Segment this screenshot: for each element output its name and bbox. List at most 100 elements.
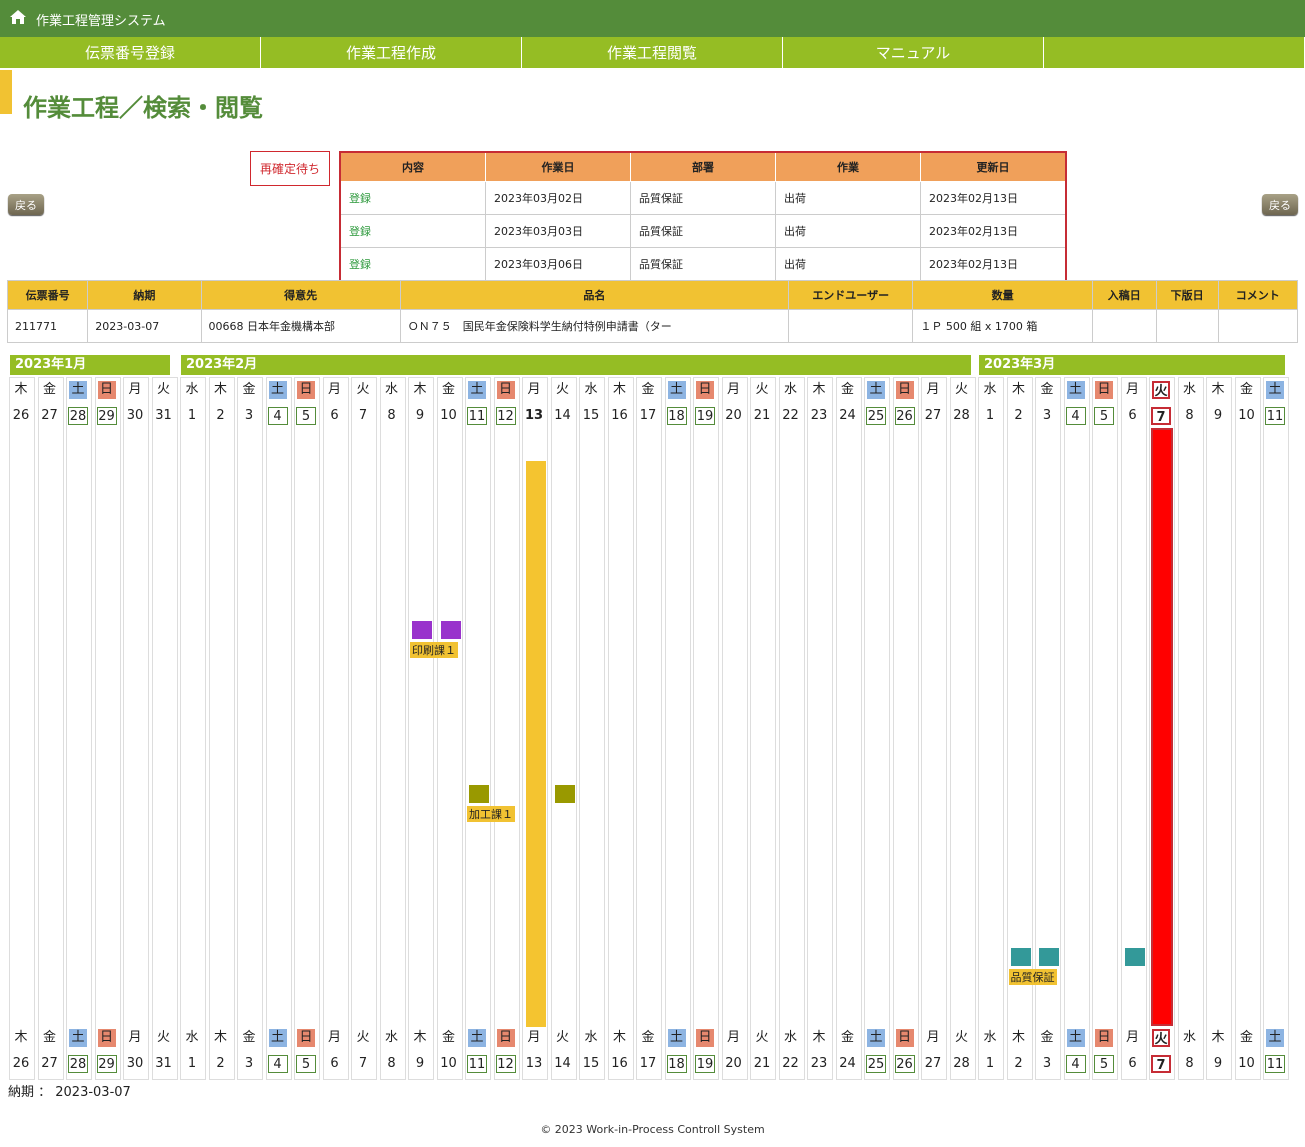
day-column: [1063, 377, 1090, 1080]
day-column: [408, 377, 434, 1080]
weekday-label: 火: [954, 382, 968, 397]
task: 出荷: [775, 181, 921, 215]
day-number: 1: [985, 1056, 995, 1071]
weekday-label: 日: [696, 1029, 714, 1047]
main-nav: 伝票番号登録 作業工程作成 作業工程閲覧 マニュアル: [0, 37, 1305, 68]
weekday-label: 日: [1095, 381, 1113, 399]
day-number: 15: [582, 408, 600, 423]
entry-bar: [526, 461, 546, 1027]
weekday-label: 月: [1125, 1030, 1139, 1045]
day-number: 4: [1065, 1055, 1086, 1073]
day-column: [522, 377, 548, 1080]
month-label-feb: 2023年2月: [181, 355, 971, 375]
weekday-label: 土: [1066, 381, 1085, 399]
register-link[interactable]: 登録: [339, 247, 486, 282]
day-number: 11: [1265, 1055, 1285, 1073]
table-row: 登録 2023年03月03日 品質保証 出荷 2023年02月13日: [339, 214, 1067, 248]
weekday-label: 水: [983, 382, 997, 397]
weekday-label: 月: [726, 1030, 740, 1045]
col-slip-no: 伝票番号: [6, 280, 89, 310]
back-button-left[interactable]: 戻る: [8, 194, 44, 215]
day-number: 26: [894, 1055, 915, 1073]
day-number: 21: [753, 408, 771, 423]
day-column: [1234, 377, 1261, 1080]
day-number: 7: [358, 408, 368, 423]
weekday-label: 火: [356, 382, 370, 397]
day-number: 26: [12, 408, 30, 423]
weekday-label: 金: [641, 1030, 655, 1045]
item-name: ＯＮ７５ 国民年金保険料学生納付特例申請書（ター: [399, 309, 790, 343]
col-quantity: 数量: [912, 280, 1093, 310]
day-number: 21: [753, 1056, 771, 1071]
day-column: [1177, 377, 1204, 1080]
department: 品質保証: [630, 247, 776, 282]
task-block: [1010, 948, 1031, 966]
weekday-label: 月: [128, 1030, 142, 1045]
slip-info-table: 伝票番号 納期 得意先 品名 エンドユーザー 数量 入稿日 下版日 コメント 2…: [6, 280, 1298, 343]
day-number: 2: [216, 408, 225, 423]
home-icon[interactable]: [9, 9, 27, 25]
day-column: [1006, 377, 1033, 1080]
task-block: [1039, 948, 1059, 966]
day-column: [978, 377, 1004, 1080]
nav-process-create[interactable]: 作業工程作成: [261, 37, 522, 68]
weekday-label: 金: [242, 382, 256, 397]
nav-slip-register[interactable]: 伝票番号登録: [0, 37, 261, 68]
day-number: 3: [1042, 1056, 1052, 1071]
title-accent: [0, 70, 12, 114]
weekday-label: 日: [895, 381, 914, 399]
day-number: 24: [839, 408, 856, 423]
back-button-right[interactable]: 戻る: [1262, 194, 1298, 215]
weekday-label: 木: [1211, 382, 1225, 397]
day-number: 15: [582, 1056, 600, 1071]
day-number: 11: [1265, 407, 1285, 425]
weekday-label: 土: [667, 381, 686, 399]
quantity: １Ｐ 500 組 x 1700 箱: [912, 309, 1093, 343]
weekday-label: 木: [1011, 1030, 1025, 1045]
day-number: 10: [1238, 1056, 1255, 1071]
weekday-label: 土: [1266, 381, 1284, 399]
weekday-label: 木: [14, 1030, 28, 1045]
weekday-label: 日: [1095, 1029, 1113, 1047]
weekday-label: 月: [327, 1030, 341, 1045]
weekday-label: 水: [584, 382, 598, 397]
day-column: [123, 377, 149, 1080]
group-label: 品質保証: [1008, 969, 1057, 985]
day-column: [493, 377, 520, 1080]
day-number: 29: [96, 1055, 117, 1073]
weekday-label: 日: [696, 381, 714, 399]
day-column: [778, 377, 805, 1080]
day-column: [1263, 377, 1289, 1080]
day-number: 8: [1185, 1056, 1194, 1071]
table-row: 211771 2023-03-07 00668 日本年金機構本部 ＯＮ７５ 国民…: [6, 309, 1298, 343]
weekday-label: 月: [1125, 382, 1139, 397]
day-number: 1: [187, 1056, 197, 1071]
register-link[interactable]: 登録: [339, 214, 486, 248]
day-number: 6: [1128, 408, 1137, 423]
month-label-jan: 2023年1月: [10, 355, 170, 375]
col-department: 部署: [630, 151, 776, 182]
day-number: 30: [126, 408, 144, 423]
day-column: [265, 377, 292, 1080]
nav-process-view[interactable]: 作業工程閲覧: [522, 37, 783, 68]
table-row: 登録 2023年03月02日 品質保証 出荷 2023年02月13日: [339, 181, 1067, 215]
updated-date: 2023年02月13日: [920, 181, 1067, 215]
day-number: 11: [467, 407, 487, 425]
weekday-label: 月: [527, 382, 541, 397]
weekday-label: 金: [641, 382, 655, 397]
day-number: 24: [839, 1056, 856, 1071]
pending-header-row: 内容 作業日 部署 作業 更新日: [339, 151, 1067, 182]
register-link[interactable]: 登録: [339, 181, 486, 215]
day-column: [237, 377, 263, 1080]
col-work-date: 作業日: [485, 151, 631, 182]
col-submit-date: 入稿日: [1091, 280, 1157, 310]
day-column: [66, 377, 92, 1080]
day-number: 1: [187, 408, 197, 423]
nav-manual[interactable]: マニュアル: [783, 37, 1044, 68]
weekday-label: 火: [156, 1030, 170, 1045]
weekday-label: 金: [1040, 382, 1054, 397]
weekday-label: 金: [441, 382, 455, 397]
task-block: [440, 621, 461, 639]
day-number: 23: [810, 1056, 828, 1071]
day-number: 26: [894, 407, 915, 425]
